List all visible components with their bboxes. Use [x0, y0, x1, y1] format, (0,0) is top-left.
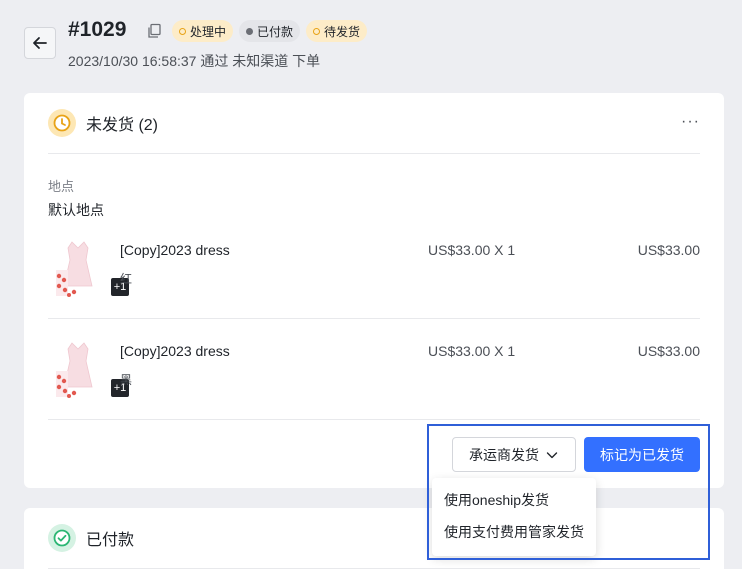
carrier-ship-label: 承运商发货 — [469, 446, 539, 463]
menu-item-payment-manager[interactable]: 使用支付费用管家发货 — [432, 516, 596, 548]
mark-as-shipped-button[interactable]: 标记为已发货 — [584, 437, 700, 472]
divider — [48, 318, 700, 319]
divider — [48, 419, 700, 420]
item-variant: 黑 — [120, 373, 133, 387]
order-number: #1029 — [68, 18, 127, 41]
carrier-ship-button[interactable]: 承运商发货 — [452, 437, 576, 472]
status-badges: 处理中 已付款 待发货 — [172, 20, 368, 42]
item-name[interactable]: [Copy]2023 dress — [120, 242, 230, 258]
order-subtitle: 2023/10/30 16:58:37 通过 未知渠道 下单 — [68, 53, 321, 69]
item-price-qty: US$33.00 X 1 — [428, 343, 516, 359]
status-badge-processing: 处理中 — [172, 20, 234, 42]
item-total: US$33.00 — [637, 242, 700, 258]
back-button[interactable] — [24, 27, 56, 59]
product-thumbnail[interactable] — [52, 240, 104, 300]
product-thumbnail[interactable] — [52, 341, 104, 401]
status-dot-icon — [313, 27, 321, 35]
line-item: +1 [Copy]2023 dress 红 US$33.00 X 1 US$33… — [48, 240, 700, 320]
location-label: 地点 — [48, 179, 75, 194]
item-name[interactable]: [Copy]2023 dress — [120, 343, 230, 359]
chevron-down-icon — [546, 451, 558, 458]
badge-label: 待发货 — [324, 24, 361, 39]
item-price-qty: US$33.00 X 1 — [428, 242, 516, 258]
item-variant: 红 — [120, 272, 133, 286]
carrier-dropdown-menu: 使用oneship发货 使用支付费用管家发货 — [432, 478, 596, 556]
status-badge-paid: 已付款 — [239, 20, 301, 42]
more-options-icon[interactable]: ··· — [681, 113, 700, 131]
clock-icon — [53, 114, 71, 132]
card-title: 已付款 — [86, 532, 135, 549]
arrow-left-icon — [33, 37, 47, 49]
clock-status-badge — [48, 109, 76, 137]
copy-icon[interactable] — [146, 23, 162, 39]
item-total: US$33.00 — [637, 343, 700, 359]
badge-label: 处理中 — [190, 24, 227, 39]
card-title: 未发货 (2) — [86, 117, 159, 134]
badge-label: 已付款 — [257, 24, 294, 39]
paid-card: 已付款 — [24, 508, 724, 569]
status-dot-icon — [179, 27, 186, 35]
location-value: 默认地点 — [48, 202, 104, 218]
status-dot-icon — [246, 27, 254, 35]
menu-item-oneship[interactable]: 使用oneship发货 — [432, 484, 596, 516]
unfulfilled-card: 未发货 (2) ··· 地点 默认地点 +1 [Copy]2023 dress … — [24, 93, 724, 488]
check-circle-icon — [53, 529, 71, 547]
line-item: +1 [Copy]2023 dress 黑 US$33.00 X 1 US$33… — [48, 341, 700, 421]
status-badge-pending: 待发货 — [306, 20, 368, 42]
check-status-badge — [48, 524, 76, 552]
card-header: 已付款 — [48, 524, 134, 552]
card-header: 未发货 (2) — [48, 109, 158, 137]
divider — [48, 153, 700, 154]
